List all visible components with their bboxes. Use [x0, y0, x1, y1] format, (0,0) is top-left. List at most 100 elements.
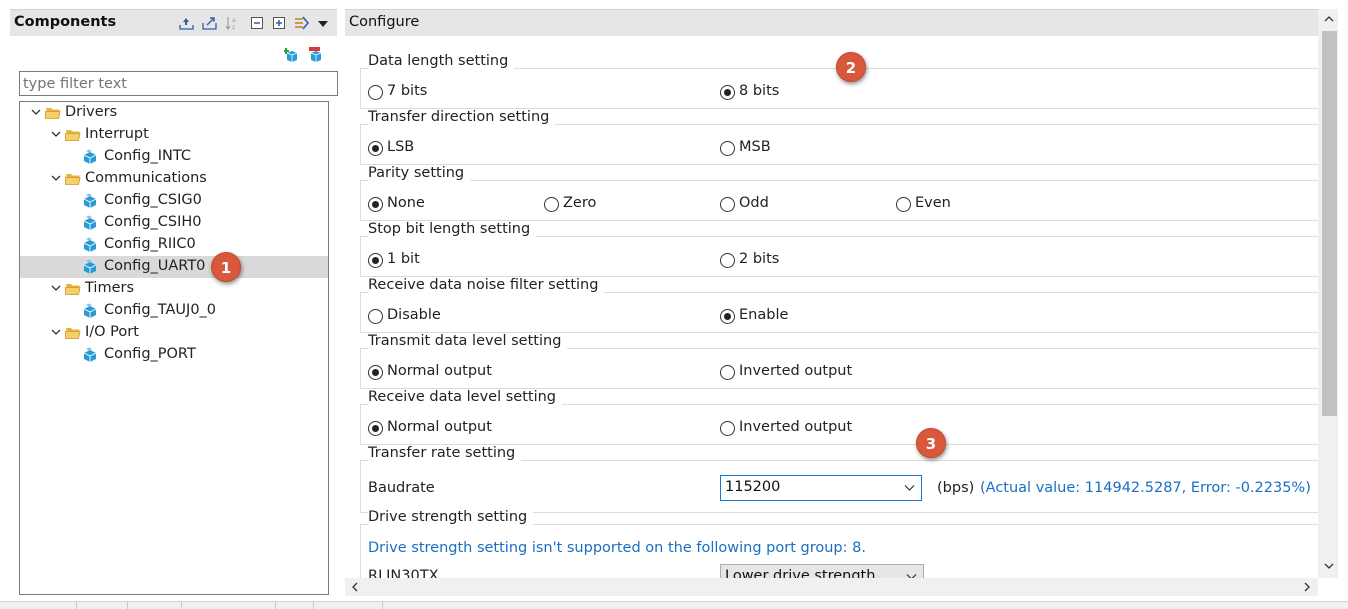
component-config-icon: [83, 259, 97, 274]
noise-filter-title: Receive data noise filter setting: [368, 277, 605, 293]
tree-label: Interrupt: [85, 126, 149, 142]
chevron-down-icon[interactable]: [50, 282, 62, 294]
tree-config-row[interactable]: Config_CSIG0: [20, 190, 328, 212]
sort-alpha-icon[interactable]: a z: [225, 16, 240, 30]
svg-text:a: a: [232, 17, 236, 24]
scroll-down-icon[interactable]: [1321, 558, 1337, 574]
tree-label: Config_CSIH0: [104, 214, 202, 230]
chevron-down-icon[interactable]: [50, 326, 62, 338]
tree-config-row[interactable]: Config_UART0: [20, 256, 328, 278]
remove-component-icon[interactable]: [308, 47, 324, 63]
tree-folder-row[interactable]: Interrupt: [20, 124, 328, 146]
collapse-all-icon[interactable]: [250, 16, 265, 30]
tree-label: Timers: [85, 280, 135, 296]
chevron-down-icon[interactable]: [50, 128, 62, 140]
components-header: Components a z: [10, 9, 337, 36]
transmit-level-group: Transmit data level setting Normal outpu…: [360, 333, 1318, 390]
tree-folder-row[interactable]: Timers: [20, 278, 328, 300]
baudrate-label: Baudrate: [368, 480, 435, 496]
configure-content: Data length setting 7 bits 8 bits Transf…: [345, 36, 1318, 578]
bottom-tab-edge: [76, 602, 77, 609]
components-panel: Components a z type filter text Drivers …: [10, 9, 338, 609]
tree-config-row[interactable]: Config_RIIC0: [20, 234, 328, 256]
tree-label: Communications: [85, 170, 207, 186]
add-component-icon[interactable]: [284, 47, 300, 63]
transmit-level-title: Transmit data level setting: [368, 333, 568, 349]
bottom-tab-strip: [0, 601, 1348, 609]
vertical-scroll-thumb[interactable]: [1322, 31, 1337, 416]
component-config-icon: [83, 347, 97, 362]
component-config-icon: [83, 303, 97, 318]
tree-config-row[interactable]: Config_PORT: [20, 344, 328, 366]
parity-group: Parity setting None Zero Odd Even: [360, 165, 1318, 222]
link-with-editor-icon[interactable]: [294, 16, 309, 30]
folder-open-icon: [65, 130, 81, 141]
horizontal-scrollbar[interactable]: [345, 578, 1318, 596]
tree-folder-row[interactable]: Communications: [20, 168, 328, 190]
filter-input[interactable]: [19, 71, 338, 96]
component-config-icon: [83, 215, 97, 230]
folder-open-icon: [45, 108, 61, 119]
tree-config-row[interactable]: Config_INTC: [20, 146, 328, 168]
chevron-down-icon[interactable]: [30, 106, 42, 118]
folder-open-icon: [65, 328, 81, 339]
callout-badge-1: 1: [211, 252, 241, 282]
bottom-tab-edge: [275, 602, 276, 609]
drive-strength-group: Drive strength setting Drive strength se…: [360, 509, 1318, 578]
rlin30tx-label: RLIN30TX: [368, 568, 439, 578]
parity-title: Parity setting: [368, 165, 471, 181]
tree-label: Config_CSIG0: [104, 192, 202, 208]
tree-label: Config_UART0: [104, 258, 206, 274]
folder-open-icon: [65, 284, 81, 295]
callout-badge-3: 3: [916, 428, 946, 458]
export-icon[interactable]: [202, 16, 217, 30]
tree-folder-row[interactable]: I/O Port: [20, 322, 328, 344]
baudrate-value: 115200: [725, 479, 781, 495]
transfer-rate-group: Transfer rate setting Baudrate 115200 (b…: [360, 445, 1318, 514]
transfer-rate-title: Transfer rate setting: [368, 445, 522, 461]
tree-label: Config_INTC: [104, 148, 192, 164]
receive-level-group: Receive data level setting Normal output…: [360, 389, 1318, 446]
chevron-down-icon: [904, 485, 915, 491]
tree-label: Drivers: [65, 104, 118, 120]
components-title: Components: [14, 14, 117, 30]
tree-label: Config_RIIC0: [104, 236, 196, 252]
scroll-right-icon[interactable]: [1299, 579, 1315, 595]
configure-title: Configure: [349, 14, 420, 30]
bottom-tab-edge: [181, 602, 182, 609]
bottom-tab-edge: [127, 602, 128, 609]
chevron-down-icon[interactable]: [50, 172, 62, 184]
receive-level-title: Receive data level setting: [368, 389, 563, 405]
tree-label: Config_PORT: [104, 346, 196, 362]
configure-panel: Configure Data length setting 7 bits 8 b…: [345, 9, 1340, 609]
baudrate-combo[interactable]: 115200: [720, 475, 922, 501]
vertical-scrollbar[interactable]: [1318, 9, 1338, 578]
expand-all-icon[interactable]: [272, 16, 287, 30]
tree-label: Config_TAUJ0_0: [104, 302, 217, 318]
configure-header: Configure: [345, 9, 1318, 36]
stop-bit-title: Stop bit length setting: [368, 221, 537, 237]
view-menu-icon[interactable]: [317, 16, 329, 30]
bottom-tab-edge: [382, 602, 383, 609]
baudrate-unit: (bps): [937, 480, 975, 496]
stop-bit-group: Stop bit length setting 1 bit 2 bits: [360, 221, 1318, 278]
scroll-up-icon[interactable]: [1321, 11, 1337, 27]
noise-filter-group: Receive data noise filter setting Disabl…: [360, 277, 1318, 334]
tree-config-row[interactable]: Config_TAUJ0_0: [20, 300, 328, 322]
tree-folder-row[interactable]: Drivers: [20, 102, 328, 124]
collapse-down-icon[interactable]: [179, 16, 194, 30]
component-config-icon: [83, 149, 97, 164]
scroll-left-icon[interactable]: [347, 579, 363, 595]
tree-label: I/O Port: [85, 324, 139, 340]
tree-config-row[interactable]: Config_CSIH0: [20, 212, 328, 234]
transfer-direction-group: Transfer direction setting LSB MSB: [360, 109, 1318, 166]
callout-badge-2: 2: [836, 52, 866, 82]
svg-text:z: z: [232, 24, 235, 30]
rlin30tx-drive-combo[interactable]: Lower drive strength: [720, 564, 924, 578]
rlin30tx-drive-value: Lower drive strength: [725, 568, 876, 578]
drive-strength-title: Drive strength setting: [368, 509, 534, 525]
transfer-direction-title: Transfer direction setting: [368, 109, 556, 125]
component-tree: Drivers Interrupt Config_INTC Communication…: [19, 101, 329, 595]
folder-open-icon: [65, 174, 81, 185]
data-length-title: Data length setting: [368, 53, 515, 69]
